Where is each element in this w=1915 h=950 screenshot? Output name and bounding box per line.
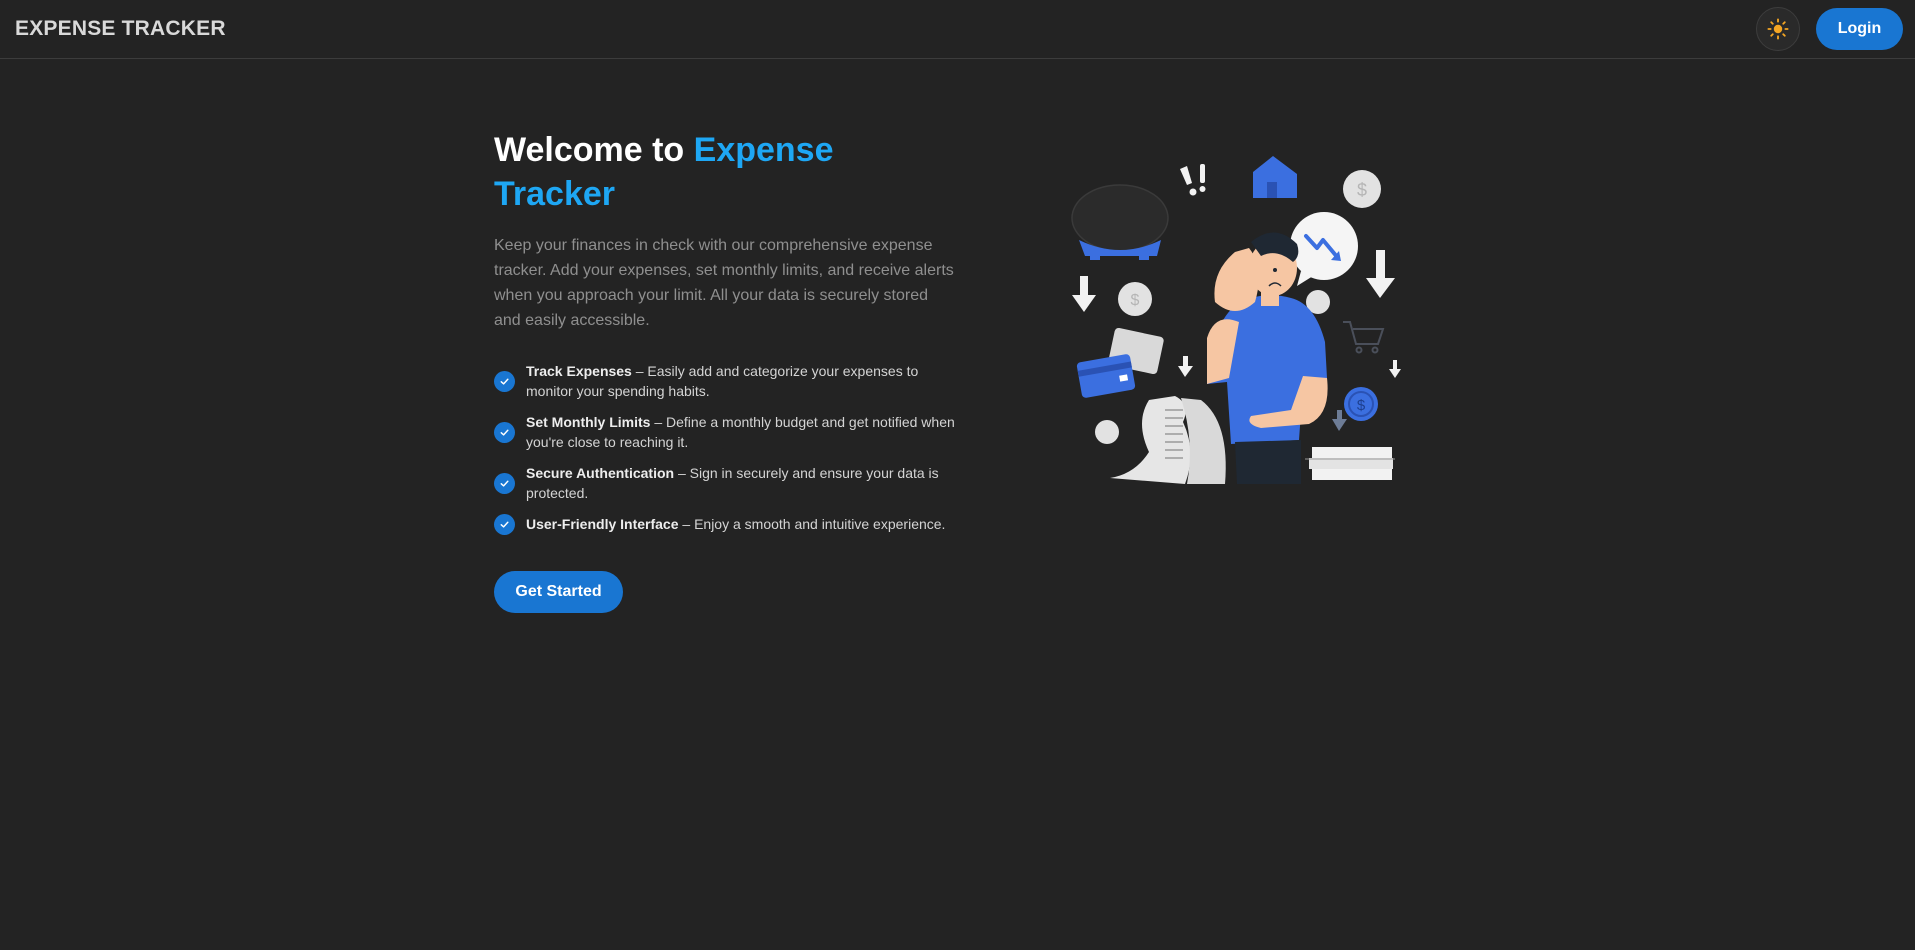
check-circle-icon xyxy=(494,473,515,494)
feature-list: Track Expenses – Easily add and categori… xyxy=(494,361,964,535)
hero-description: Keep your finances in check with our com… xyxy=(494,237,954,329)
svg-text:$: $ xyxy=(1357,180,1367,200)
hero-illustration: $ $ $ xyxy=(1065,152,1410,484)
hero-title-prefix: Welcome to xyxy=(494,131,694,169)
feature-text: – Enjoy a smooth and intuitive experienc… xyxy=(678,516,946,532)
exclamation-icon xyxy=(1180,164,1206,196)
check-circle-icon xyxy=(494,514,515,535)
check-circle-icon xyxy=(494,371,515,392)
feature-item: Secure Authentication – Sign in securely… xyxy=(494,463,964,503)
sun-icon xyxy=(1767,18,1789,40)
credit-card-icon xyxy=(1076,327,1164,398)
feature-title: Set Monthly Limits xyxy=(526,414,651,430)
dollar-coin-icon: $ xyxy=(1344,387,1378,421)
house-icon xyxy=(1253,156,1297,198)
theme-toggle-button[interactable] xyxy=(1756,7,1800,51)
cart-icon xyxy=(1343,321,1385,354)
get-started-button[interactable]: Get Started xyxy=(494,571,623,613)
hero-title: Welcome to Expense Tracker xyxy=(494,128,934,216)
feature-item: Track Expenses – Easily add and categori… xyxy=(494,361,964,401)
piggy-bank-icon xyxy=(1071,184,1169,260)
svg-text:$: $ xyxy=(1357,397,1366,414)
feature-item: User-Friendly Interface – Enjoy a smooth… xyxy=(494,514,964,535)
paper-stack-icon xyxy=(1305,447,1395,480)
feature-title: Secure Authentication xyxy=(526,465,675,481)
brand-title[interactable]: EXPENSE TRACKER xyxy=(15,17,226,41)
feature-item: Set Monthly Limits – Define a monthly bu… xyxy=(494,412,964,452)
svg-text:$: $ xyxy=(1131,292,1140,309)
login-button[interactable]: Login xyxy=(1816,8,1903,50)
check-circle-icon xyxy=(494,422,515,443)
feature-title: User-Friendly Interface xyxy=(526,516,679,532)
receipt-icon xyxy=(1110,396,1226,484)
chart-down-icon xyxy=(1290,212,1358,286)
navbar: EXPENSE TRACKER Login xyxy=(0,0,1915,59)
feature-title: Track Expenses xyxy=(526,363,632,379)
